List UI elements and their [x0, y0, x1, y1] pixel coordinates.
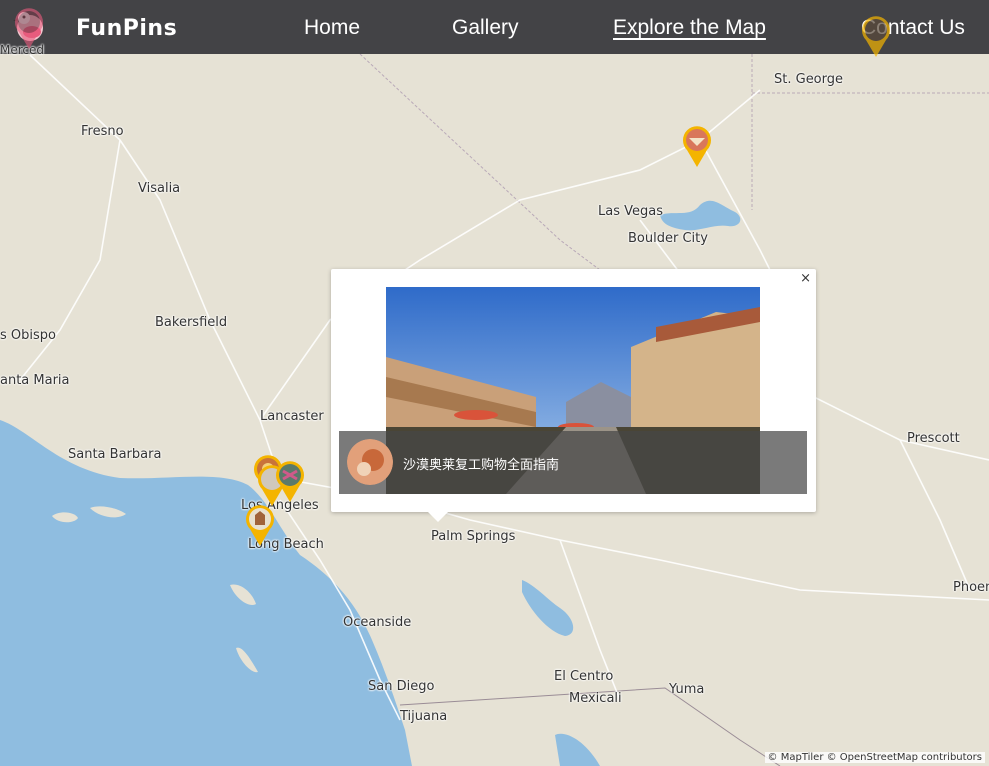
place-label: Yuma	[669, 682, 705, 697]
map-pin[interactable]	[860, 14, 892, 58]
place-label: anta Maria	[0, 373, 70, 388]
nav-gallery-link[interactable]: Gallery	[452, 16, 519, 40]
map-attribution[interactable]: © MapTiler © OpenStreetMap contributors	[764, 752, 985, 763]
map-pin[interactable]	[274, 459, 306, 503]
place-label: Fresno	[81, 124, 124, 139]
popup-caption-text: 沙漠奥莱复工购物全面指南	[403, 458, 560, 473]
map-popup: × 沙漠奥莱复工购物全面指南	[331, 269, 816, 522]
place-label: Lancaster	[260, 409, 324, 424]
nav-home-link[interactable]: Home	[304, 16, 360, 40]
place-label: Visalia	[138, 181, 181, 196]
place-label: Mexicali	[569, 691, 622, 706]
place-label: Palm Springs	[431, 529, 516, 544]
place-label: s Obispo	[0, 328, 56, 343]
nav-explore-map-link[interactable]: Explore the Map	[613, 16, 766, 40]
place-label: Bakersfield	[155, 315, 228, 330]
place-label: Tijuana	[400, 709, 448, 724]
popup-caption-bar[interactable]: 沙漠奥莱复工购物全面指南	[339, 431, 807, 494]
place-label: Santa Barbara	[68, 447, 162, 462]
place-label: Las Vegas	[598, 204, 663, 219]
close-icon[interactable]: ×	[800, 271, 811, 286]
brand-name: FunPins	[76, 16, 178, 41]
place-label: Boulder City	[628, 231, 708, 246]
place-label: El Centro	[554, 669, 614, 684]
avatar	[347, 439, 393, 485]
place-label: Phoen	[953, 580, 989, 595]
top-navbar: FunPins Home Gallery Explore the Map Con…	[0, 0, 989, 54]
map-pin[interactable]	[681, 124, 713, 168]
place-label: Prescott	[907, 431, 960, 446]
place-label: Oceanside	[343, 615, 412, 630]
map-pin[interactable]	[13, 6, 45, 50]
place-label: St. George	[774, 72, 844, 87]
place-label: San Diego	[368, 679, 435, 694]
map-pin[interactable]	[244, 503, 276, 547]
